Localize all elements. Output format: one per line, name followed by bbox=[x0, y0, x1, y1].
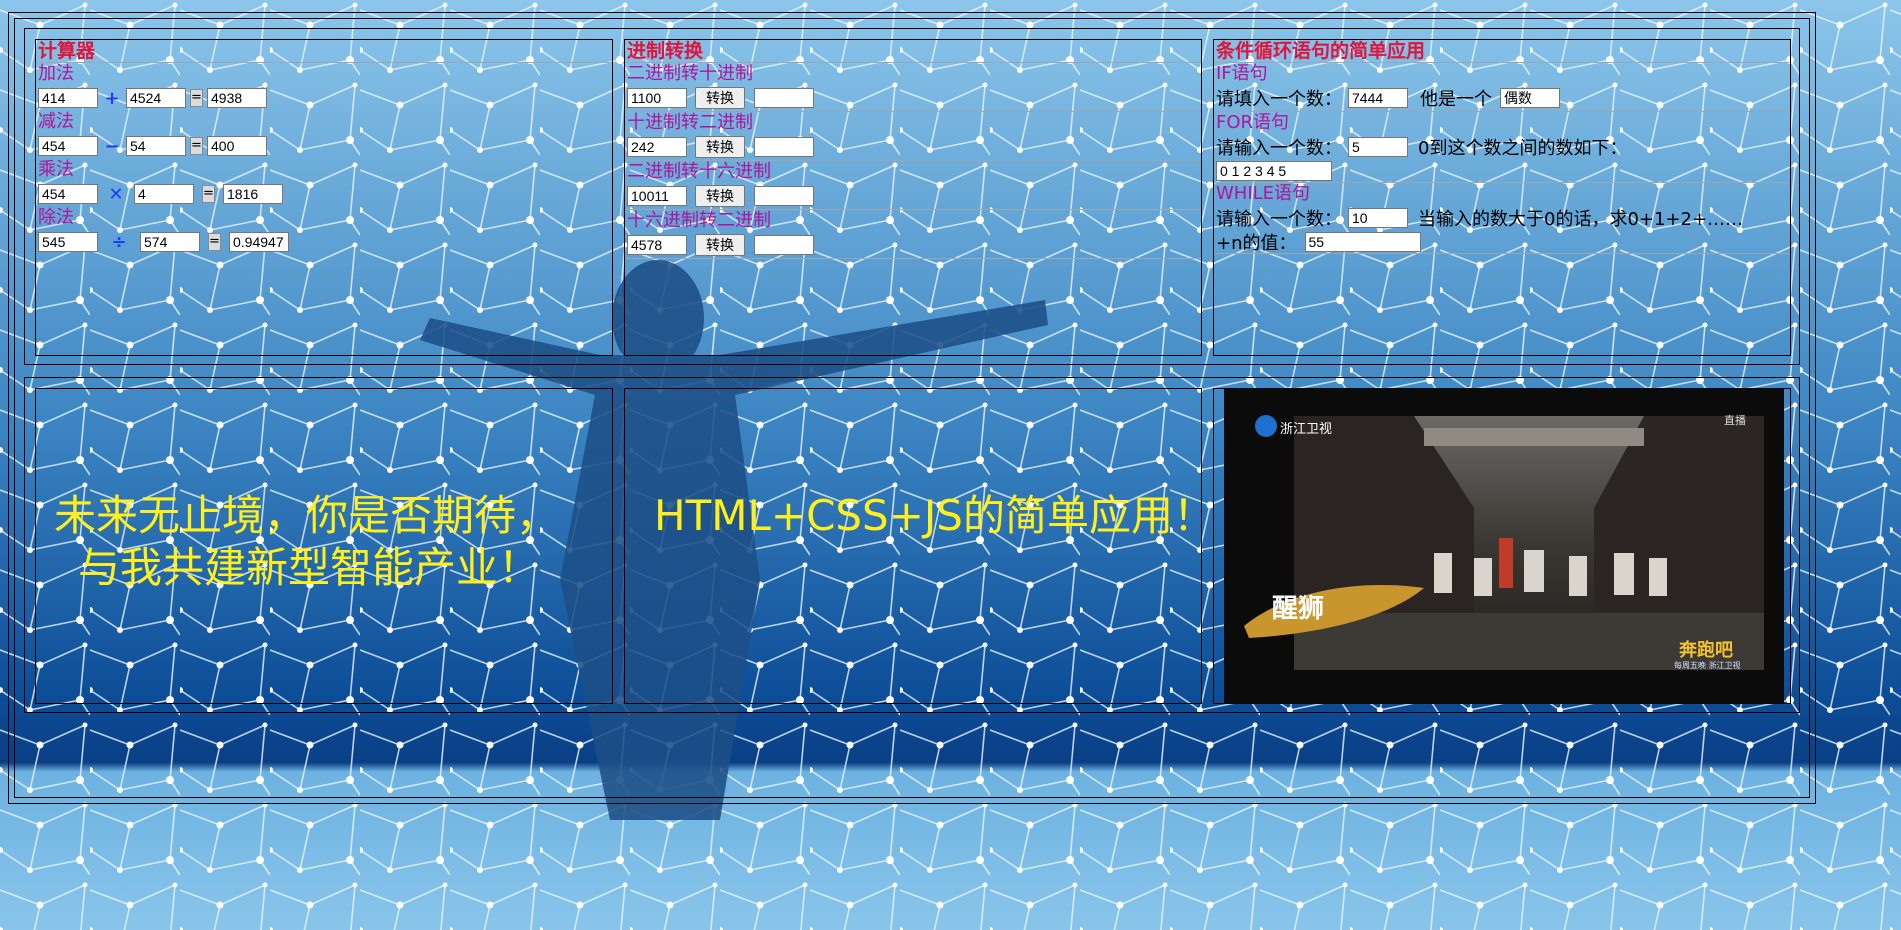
mul-result[interactable] bbox=[223, 184, 283, 204]
minus-icon: − bbox=[104, 135, 120, 157]
div-input-a[interactable] bbox=[38, 232, 98, 252]
conv-label-2: 二进制转十六进制 bbox=[625, 160, 1201, 183]
slogan-line-1: 未来无止境，你是否期待， bbox=[54, 491, 559, 540]
for-label: FOR语句 bbox=[1214, 111, 1790, 134]
convert-button-1[interactable]: 转换 bbox=[695, 136, 745, 158]
multiply-icon: ✕ bbox=[108, 183, 124, 205]
loops-cell: 条件循环语句的简单应用 IF语句 请填入一个数： 他是一个 FOR语句 请输入一… bbox=[1213, 39, 1791, 356]
if-result[interactable] bbox=[1500, 88, 1560, 108]
loops-title: 条件循环语句的简单应用 bbox=[1214, 40, 1790, 63]
sub-result[interactable] bbox=[207, 136, 267, 156]
while-suffix: 当输入的数大于0的话，求0+1+2+…… bbox=[1418, 209, 1744, 230]
if-prompt: 请填入一个数： bbox=[1216, 89, 1342, 110]
convert-button-0[interactable]: 转换 bbox=[695, 87, 745, 109]
div-equals-button[interactable]: = bbox=[208, 233, 221, 251]
div-label: 除法 bbox=[38, 207, 74, 228]
conv-label-1: 十进制转二进制 bbox=[625, 111, 1201, 134]
mul-row: ✕ = bbox=[36, 181, 612, 207]
for-result[interactable] bbox=[1216, 161, 1332, 181]
divide-icon: ÷ bbox=[111, 231, 127, 253]
if-input[interactable] bbox=[1348, 88, 1408, 108]
conversion-cell: 进制转换 二进制转十进制 转换 十进制转二进制 转换 二进制转十六进制 转换 十… bbox=[624, 39, 1202, 356]
conv-row-1: 转换 bbox=[625, 134, 1201, 160]
sub-input-b[interactable] bbox=[126, 136, 186, 156]
conv-input-3[interactable] bbox=[627, 235, 687, 255]
for-row: 请输入一个数： 0到这个数之间的数如下： bbox=[1214, 134, 1790, 160]
show-subtitle: 每周五晚 浙江卫视 bbox=[1674, 661, 1741, 670]
while-row: 请输入一个数： 当输入的数大于0的话，求0+1+2+…… bbox=[1214, 205, 1790, 231]
while-label: WHILE语句 bbox=[1214, 182, 1790, 205]
while-line2: +n的值： bbox=[1216, 233, 1297, 254]
slogan-line-2: 与我共建新型智能产业！ bbox=[78, 543, 541, 592]
add-equals-button[interactable]: = bbox=[190, 89, 203, 107]
show-logo: 奔跑吧 bbox=[1679, 640, 1733, 661]
while-prompt: 请输入一个数： bbox=[1216, 209, 1342, 230]
sub-row: − = bbox=[36, 133, 612, 159]
conv-label-0: 二进制转十进制 bbox=[627, 63, 753, 84]
while-input[interactable] bbox=[1348, 208, 1408, 228]
convert-button-2[interactable]: 转换 bbox=[695, 185, 745, 207]
if-row: 请填入一个数： 他是一个 bbox=[1214, 85, 1790, 111]
channel-logo: 浙江卫视 bbox=[1280, 422, 1333, 437]
for-suffix: 0到这个数之间的数如下： bbox=[1418, 138, 1628, 159]
for-result-row bbox=[1214, 160, 1790, 182]
add-result[interactable] bbox=[207, 88, 267, 108]
conv-result-3[interactable] bbox=[754, 235, 814, 255]
mul-equals-button[interactable]: = bbox=[202, 185, 215, 203]
calculator-title: 计算器 bbox=[36, 40, 612, 63]
add-input-a[interactable] bbox=[38, 88, 98, 108]
conv-result-1[interactable] bbox=[754, 137, 814, 157]
conv-input-2[interactable] bbox=[627, 186, 687, 206]
conv-row-0: 转换 bbox=[625, 85, 1201, 111]
conversion-title: 进制转换 bbox=[625, 40, 1201, 63]
div-result[interactable] bbox=[229, 232, 289, 252]
live-corner-label: 直播 bbox=[1724, 414, 1746, 427]
video-caption: 醒狮 bbox=[1272, 594, 1325, 624]
conv-input-0[interactable] bbox=[627, 88, 687, 108]
mul-label: 乘法 bbox=[38, 159, 74, 180]
plus-icon: + bbox=[104, 87, 120, 109]
conv-result-0[interactable] bbox=[754, 88, 814, 108]
conv-input-1[interactable] bbox=[627, 137, 687, 157]
top-panel: 计算器 加法 + = 减法 − = 乘法 ✕ = 除法 ÷ bbox=[24, 28, 1800, 365]
sub-equals-button[interactable]: = bbox=[190, 137, 203, 155]
conv-row-2: 转换 bbox=[625, 183, 1201, 209]
convert-button-3[interactable]: 转换 bbox=[695, 234, 745, 256]
video-player[interactable]: 浙江卫视 直播 醒狮 奔跑吧 每周五晚 浙江卫视 bbox=[1224, 388, 1784, 704]
if-label: IF语句 bbox=[1216, 63, 1268, 84]
while-result-row: +n的值： bbox=[1214, 231, 1790, 254]
div-row: ÷ = bbox=[36, 229, 612, 255]
center-cell bbox=[624, 388, 1202, 704]
conv-row-3: 转换 bbox=[625, 232, 1201, 259]
div-input-b[interactable] bbox=[140, 232, 200, 252]
add-label: 加法 bbox=[38, 63, 74, 84]
conv-result-2[interactable] bbox=[754, 186, 814, 206]
while-result[interactable] bbox=[1304, 232, 1421, 252]
mul-input-b[interactable] bbox=[134, 184, 194, 204]
for-input[interactable] bbox=[1348, 137, 1408, 157]
for-prompt: 请输入一个数： bbox=[1216, 138, 1342, 159]
center-slogan: HTML+CSS+JS的简单应用！ bbox=[654, 491, 1215, 540]
if-middle-text: 他是一个 bbox=[1420, 89, 1492, 110]
sub-label: 减法 bbox=[38, 111, 74, 132]
add-row: + = bbox=[36, 85, 612, 111]
add-input-b[interactable] bbox=[126, 88, 186, 108]
mul-input-a[interactable] bbox=[38, 184, 98, 204]
calculator-cell: 计算器 加法 + = 减法 − = 乘法 ✕ = 除法 ÷ bbox=[35, 39, 613, 356]
conv-label-3: 十六进制转二进制 bbox=[625, 209, 1201, 232]
sub-input-a[interactable] bbox=[38, 136, 98, 156]
